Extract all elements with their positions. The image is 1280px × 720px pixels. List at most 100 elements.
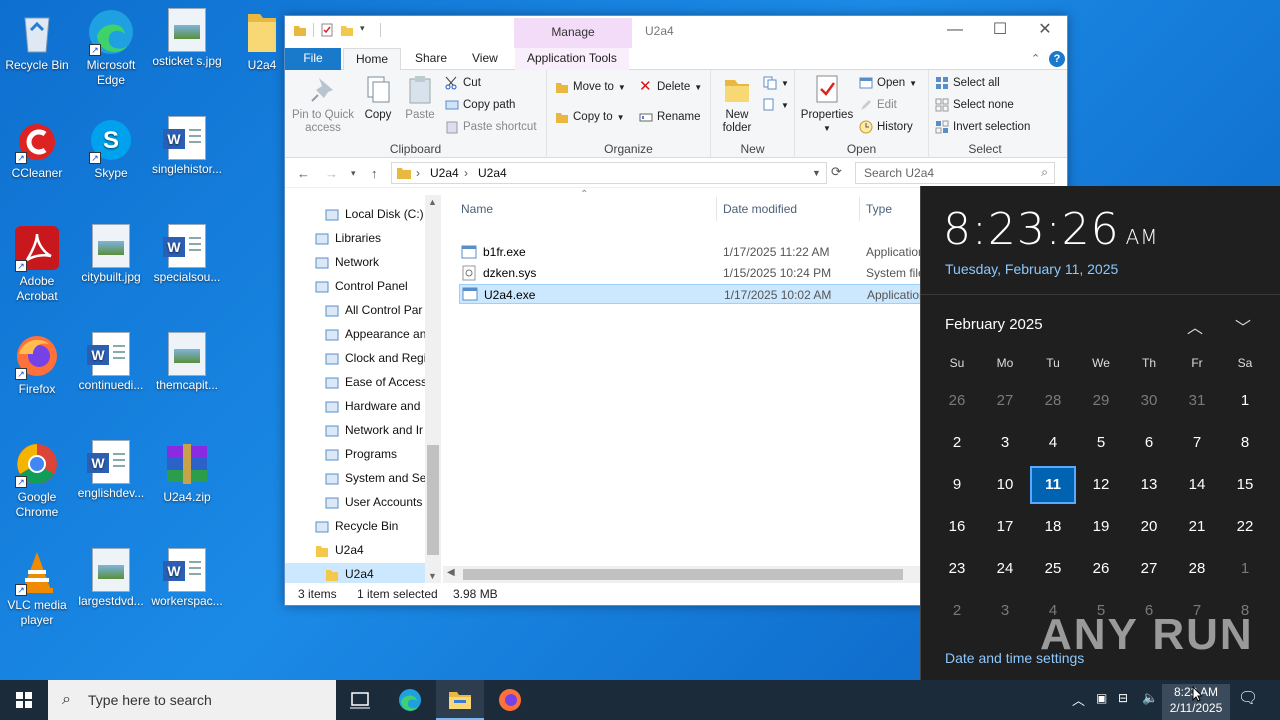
calendar-day[interactable]: 8	[1222, 424, 1268, 462]
properties-button[interactable]: Properties ▼	[799, 74, 855, 135]
calendar-day[interactable]: 24	[982, 550, 1028, 588]
calendar-day[interactable]: 30	[1126, 382, 1172, 420]
search-box[interactable]: Search U2a4 ⌕	[855, 162, 1055, 184]
select-all-button[interactable]: Select all	[935, 76, 1000, 90]
calendar-day[interactable]: 2	[934, 424, 980, 462]
calendar-month-label[interactable]: February 2025	[945, 316, 1043, 333]
calendar-day[interactable]: 9	[934, 466, 980, 504]
calendar-day[interactable]: 29	[1078, 382, 1124, 420]
calendar-day[interactable]: 1	[1222, 550, 1268, 588]
nav-item[interactable]: U2a4	[285, 539, 425, 561]
previous-month-chevron-up-icon[interactable]: ︿	[1187, 314, 1203, 338]
tab-home[interactable]: Home	[343, 48, 402, 71]
nav-item[interactable]: Control Panel	[285, 275, 425, 297]
calendar-day[interactable]: 4	[1030, 424, 1076, 462]
desktop-icon-acrobat[interactable]: ↗ Adobe Acrobat	[0, 224, 74, 304]
nav-item[interactable]: Ease of Access	[285, 371, 425, 393]
refresh-icon[interactable]: ⟳	[831, 164, 842, 180]
desktop-icon-themcapit[interactable]: themcapit...	[150, 332, 224, 393]
calendar-day[interactable]: 6	[1126, 424, 1172, 462]
calendar-day[interactable]: 25	[1030, 550, 1076, 588]
calendar-day[interactable]: 12	[1078, 466, 1124, 504]
calendar-day[interactable]: 18	[1030, 508, 1076, 546]
nav-item[interactable]: Local Disk (C:)	[285, 203, 425, 225]
calendar-day[interactable]: 22	[1222, 508, 1268, 546]
desktop-icon-largestdvd[interactable]: largestdvd...	[74, 548, 148, 609]
desktop-icon-singlehistory[interactable]: W singlehistor...	[150, 116, 224, 177]
scroll-down-icon[interactable]: ▼	[428, 571, 437, 581]
maximize-button[interactable]: ☐	[977, 16, 1023, 46]
desktop-icon-englishdev[interactable]: W englishdev...	[74, 440, 148, 501]
desktop-icon-recycle-bin[interactable]: Recycle Bin	[0, 8, 74, 73]
calendar-day[interactable]: 27	[1126, 550, 1172, 588]
column-header-date[interactable]: Date modified	[723, 202, 797, 216]
calendar-day[interactable]: 28	[1174, 550, 1220, 588]
action-center-icon[interactable]: 🗨	[1238, 688, 1258, 708]
breadcrumb-segment-1[interactable]: U2a4	[430, 166, 459, 180]
calendar-day[interactable]: 26	[934, 382, 980, 420]
calendar-day[interactable]: 17	[982, 508, 1028, 546]
calendar-day[interactable]: 16	[934, 508, 980, 546]
show-hidden-icons-chevron-icon[interactable]: ︿	[1072, 690, 1085, 709]
device-icon[interactable]: ▣	[1096, 691, 1107, 705]
calendar-day[interactable]: 3	[982, 592, 1028, 630]
edit-button[interactable]: Edit	[859, 98, 897, 112]
next-month-chevron-down-icon[interactable]: ﹀	[1235, 314, 1251, 338]
volume-icon[interactable]: 🔈	[1142, 690, 1158, 706]
copy-button[interactable]: Copy	[359, 74, 397, 122]
calendar-day[interactable]: 21	[1174, 508, 1220, 546]
desktop-icon-ccleaner[interactable]: ↗ CCleaner	[0, 116, 74, 181]
calendar-day[interactable]: 27	[982, 382, 1028, 420]
back-arrow-icon[interactable]: ←	[297, 166, 310, 181]
help-icon[interactable]: ?	[1049, 51, 1065, 67]
tab-file[interactable]: File	[285, 48, 341, 70]
calendar-day[interactable]: 15	[1222, 466, 1268, 504]
recent-locations-icon[interactable]: ▾	[351, 168, 356, 179]
close-button[interactable]: ✕	[1022, 16, 1068, 46]
collapse-ribbon-icon[interactable]: ⌃	[1031, 52, 1040, 65]
desktop-icon-u2a4-zip[interactable]: U2a4.zip	[150, 440, 224, 505]
scroll-left-icon[interactable]: ◀	[447, 567, 455, 578]
minimize-button[interactable]: —	[932, 16, 978, 46]
manage-context-tab[interactable]: Manage	[514, 18, 632, 48]
nav-item[interactable]: System and Sec	[285, 467, 425, 489]
calendar-day[interactable]: 19	[1078, 508, 1124, 546]
open-button[interactable]: Open ▼	[859, 76, 917, 90]
start-button[interactable]	[0, 680, 48, 720]
nav-item[interactable]: Libraries	[285, 227, 425, 249]
paste-shortcut-button[interactable]: Paste shortcut	[445, 120, 537, 134]
desktop-icon-edge[interactable]: ↗ Microsoft Edge	[74, 8, 148, 88]
copy-to-button[interactable]: Copy to ▼	[555, 110, 625, 124]
select-none-button[interactable]: Select none	[935, 98, 1014, 112]
column-header-name[interactable]: Name	[461, 202, 493, 216]
nav-item[interactable]: Network and Ir	[285, 419, 425, 441]
nav-item[interactable]: All Control Par	[285, 299, 425, 321]
nav-item[interactable]: U2a4	[285, 563, 425, 583]
pin-quick-access-button[interactable]: Pin to Quick access	[291, 74, 355, 135]
breadcrumb-segment-2[interactable]: U2a4	[478, 166, 507, 180]
desktop-icon-firefox[interactable]: ↗ Firefox	[0, 332, 74, 397]
calendar-day[interactable]: 13	[1126, 466, 1172, 504]
taskbar-search-box[interactable]: ⌕ Type here to search	[48, 680, 336, 720]
properties-icon[interactable]	[320, 23, 334, 37]
calendar-day[interactable]: 1	[1222, 382, 1268, 420]
flyout-date-link[interactable]: Tuesday, February 11, 2025	[945, 261, 1118, 277]
desktop-icon-vlc[interactable]: ↗ VLC media player	[0, 548, 74, 628]
desktop-icon-workerspac[interactable]: W workerspac...	[150, 548, 224, 609]
address-dropdown-icon[interactable]: ▼	[812, 168, 821, 178]
desktop-icon-skype[interactable]: S ↗ Skype	[74, 116, 148, 181]
tab-view[interactable]: View	[460, 48, 510, 70]
calendar-day[interactable]: 14	[1174, 466, 1220, 504]
up-arrow-icon[interactable]: ↑	[371, 166, 378, 181]
calendar-day[interactable]: 2	[934, 592, 980, 630]
calendar-day-today[interactable]: 11	[1030, 466, 1076, 504]
calendar-day[interactable]: 20	[1126, 508, 1172, 546]
new-folder-icon[interactable]	[340, 23, 354, 37]
tab-application-tools[interactable]: Application Tools	[515, 48, 629, 70]
paste-button[interactable]: Paste	[401, 74, 439, 122]
calendar-day[interactable]: 3	[982, 424, 1028, 462]
desktop-icon-ostickets[interactable]: osticket s.jpg	[150, 8, 224, 69]
move-to-button[interactable]: Move to ▼	[555, 80, 626, 94]
invert-selection-button[interactable]: Invert selection	[935, 120, 1030, 134]
calendar-day[interactable]: 28	[1030, 382, 1076, 420]
